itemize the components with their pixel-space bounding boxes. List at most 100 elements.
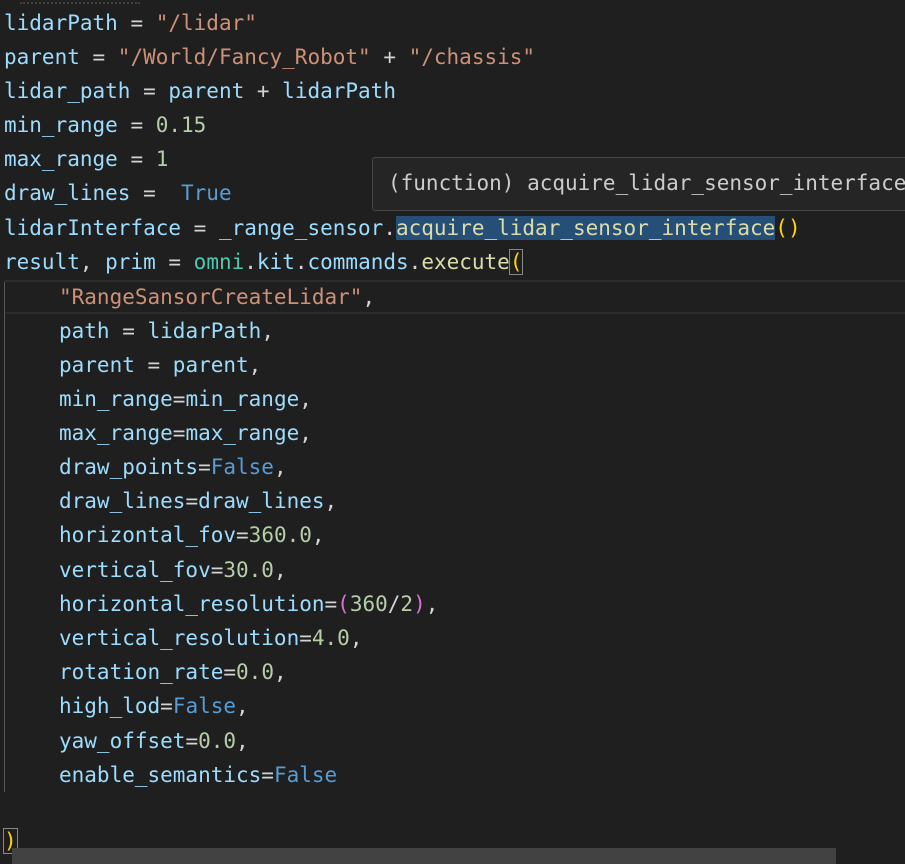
identifier: _range_sensor	[218, 216, 384, 240]
keyword-literal: False	[172, 694, 237, 718]
code-line-18[interactable]: horizontal_resolution=(360/2),	[59, 587, 438, 621]
argument-name: horizontal_fov	[59, 523, 237, 547]
argument-name: horizontal_resolution	[59, 592, 325, 616]
argument-name: draw_points	[59, 455, 199, 479]
argument-name: min_range	[59, 387, 173, 411]
dot: .	[383, 216, 396, 240]
identifier: parent	[172, 353, 249, 377]
number-literal: 360	[349, 592, 388, 616]
operator: =	[117, 147, 156, 171]
dot: .	[244, 250, 257, 274]
operator: =	[155, 250, 194, 274]
code-line-9[interactable]: "RangeSansorCreateLidar",	[59, 280, 375, 314]
horizontal-scrollbar[interactable]	[12, 848, 836, 864]
bracket: (	[337, 592, 350, 616]
code-line-5[interactable]: max_range = 1	[4, 142, 168, 176]
argument-name: yaw_offset	[59, 729, 186, 753]
number-literal: 0.0	[198, 729, 237, 753]
bracket: (	[775, 216, 788, 240]
code-line-17[interactable]: vertical_fov=30.0,	[59, 553, 287, 587]
code-line-2[interactable]: parent = "/World/Fancy_Robot" + "/chassi…	[4, 40, 535, 74]
operator: =	[109, 319, 148, 343]
comma: ,	[248, 353, 262, 377]
operator: =	[172, 421, 186, 445]
identifier: lidar_path	[4, 79, 131, 103]
operator: =	[198, 455, 211, 479]
code-line-20[interactable]: rotation_rate=0.0,	[59, 655, 287, 689]
argument-name: vertical_fov	[59, 558, 211, 582]
operator: =	[223, 660, 237, 684]
argument-name: path	[59, 319, 110, 343]
number-literal: 1	[155, 147, 169, 171]
dot: .	[294, 250, 308, 274]
identifier: max_range	[185, 421, 300, 445]
dot: .	[408, 250, 422, 274]
identifier: prim	[105, 250, 156, 274]
argument-name: enable_semantics	[59, 763, 262, 787]
comma: ,	[273, 455, 287, 479]
operator: =	[185, 489, 199, 513]
argument-name: rotation_rate	[59, 660, 224, 684]
comma: ,	[425, 592, 439, 616]
operator: =	[261, 763, 274, 787]
keyword-literal: True	[181, 181, 232, 205]
operator: =	[79, 45, 118, 69]
code-line-7[interactable]: lidarInterface = _range_sensor.acquire_l…	[4, 211, 801, 245]
code-line-19[interactable]: vertical_resolution=4.0,	[59, 621, 362, 655]
hover-tooltip: (function) acquire_lidar_sensor_interfac…	[372, 157, 905, 211]
number-literal: 2	[400, 592, 414, 616]
code-editor[interactable]: lidarPath = "/lidar" parent = "/World/Fa…	[0, 0, 905, 864]
identifier: parent	[168, 79, 245, 103]
string-literal: "/lidar"	[155, 11, 257, 35]
code-line-6[interactable]: draw_lines = True	[4, 176, 232, 210]
code-line-3[interactable]: lidar_path = parent + lidarPath	[4, 74, 396, 108]
code-line-11[interactable]: parent = parent,	[59, 348, 261, 382]
identifier: min_range	[185, 387, 300, 411]
code-line-14[interactable]: draw_points=False,	[59, 450, 287, 484]
string-literal: "RangeSansorCreateLidar"	[59, 285, 363, 309]
comma: ,	[349, 626, 363, 650]
number-literal: 0.0	[236, 660, 274, 684]
code-line-8[interactable]: result, prim = omni.kit.commands.execute…	[4, 245, 524, 279]
operator: =	[134, 353, 173, 377]
identifier: result	[4, 250, 80, 274]
operator: +	[244, 79, 283, 103]
identifier: lidarPath	[147, 319, 262, 343]
string-literal: "/chassis"	[408, 45, 536, 69]
identifier: lidarPath	[282, 79, 396, 103]
code-line-16[interactable]: horizontal_fov=360.0,	[59, 518, 325, 552]
operator: =	[236, 523, 249, 547]
argument-name: parent	[59, 353, 135, 377]
module-name: omni	[193, 250, 245, 274]
comma: ,	[324, 489, 338, 513]
operator: =	[130, 79, 169, 103]
comma: ,	[299, 387, 312, 411]
identifier: min_range	[4, 113, 118, 137]
comma: ,	[236, 729, 249, 753]
tooltip-signature: (function) acquire_lidar_sensor_interfac…	[388, 171, 905, 195]
code-line-22[interactable]: yaw_offset=0.0,	[59, 724, 249, 758]
string-literal: "/World/Fancy_Robot"	[117, 45, 371, 69]
identifier: max_range	[4, 147, 118, 171]
number-literal: 360.0	[248, 523, 312, 547]
code-line-1[interactable]: lidarPath = "/lidar"	[4, 6, 257, 40]
argument-name: vertical_resolution	[59, 626, 300, 650]
operator: =	[210, 558, 224, 582]
operator: =	[130, 181, 182, 205]
operator: +	[370, 45, 409, 69]
code-line-4[interactable]: min_range = 0.15	[4, 108, 206, 142]
code-line-21[interactable]: high_lod=False,	[59, 689, 249, 723]
code-line-13[interactable]: max_range=max_range,	[59, 416, 312, 450]
keyword-literal: False	[273, 763, 338, 787]
comma: ,	[236, 694, 249, 718]
code-line-23[interactable]: enable_semantics=False	[59, 758, 337, 792]
identifier: commands	[307, 250, 409, 274]
code-line-12[interactable]: min_range=min_range,	[59, 382, 312, 416]
function-name: execute	[421, 250, 510, 274]
bracket: )	[413, 592, 426, 616]
function-name-highlighted[interactable]: acquire_lidar_sensor_interface	[395, 216, 776, 240]
code-line-15[interactable]: draw_lines=draw_lines,	[59, 484, 337, 518]
identifier: lidarPath	[4, 11, 118, 35]
operator: =	[185, 729, 199, 753]
code-line-10[interactable]: path = lidarPath,	[59, 314, 274, 348]
